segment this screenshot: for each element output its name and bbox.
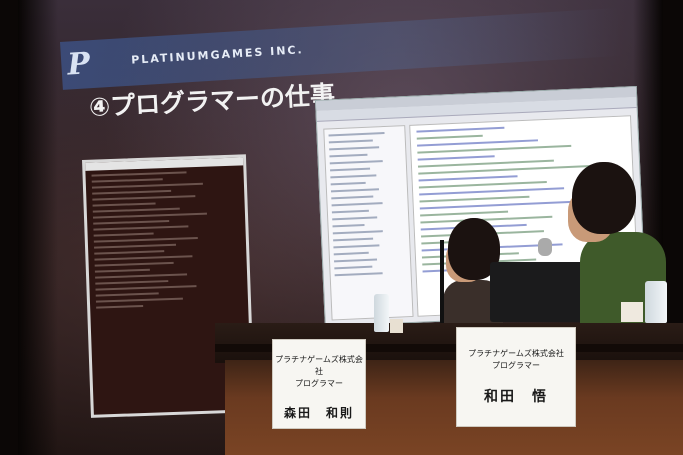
screen-shadow-left [18,0,58,455]
slide-logo-text: PLATINUMGAMES INC. [130,43,305,67]
microphone-stand-icon [440,240,444,330]
cup-icon [390,319,403,333]
name-card-name: 和田 悟 [484,389,548,405]
stage-photo: P PLATINUMGAMES INC. ④プログラマーの仕事 プラチナゲームズ… [0,0,683,455]
name-card-left: プラチナゲームズ株式会社 プログラマー 森田 和則 [272,339,366,429]
name-card-name: 森田 和則 [283,406,354,420]
name-card-company: プラチナゲームズ株式会社 [468,349,564,358]
water-bottle-icon [374,294,389,332]
name-card-right: プラチナゲームズ株式会社 プログラマー 和田 悟 [456,327,576,427]
name-card-role: プログラマー [295,379,343,388]
name-card-company: プラチナゲームズ株式会社 [275,355,363,376]
console-titlebar [85,157,244,171]
laptop [490,262,585,322]
name-card-role: プログラマー [492,361,540,370]
platinumgames-logo-icon: P [66,46,92,83]
cup-icon [621,302,643,322]
handheld-microphone-icon [538,238,552,256]
water-bottle-icon [645,281,667,323]
ide-solution-tree [323,125,414,321]
speaker-right-hair [572,162,636,234]
